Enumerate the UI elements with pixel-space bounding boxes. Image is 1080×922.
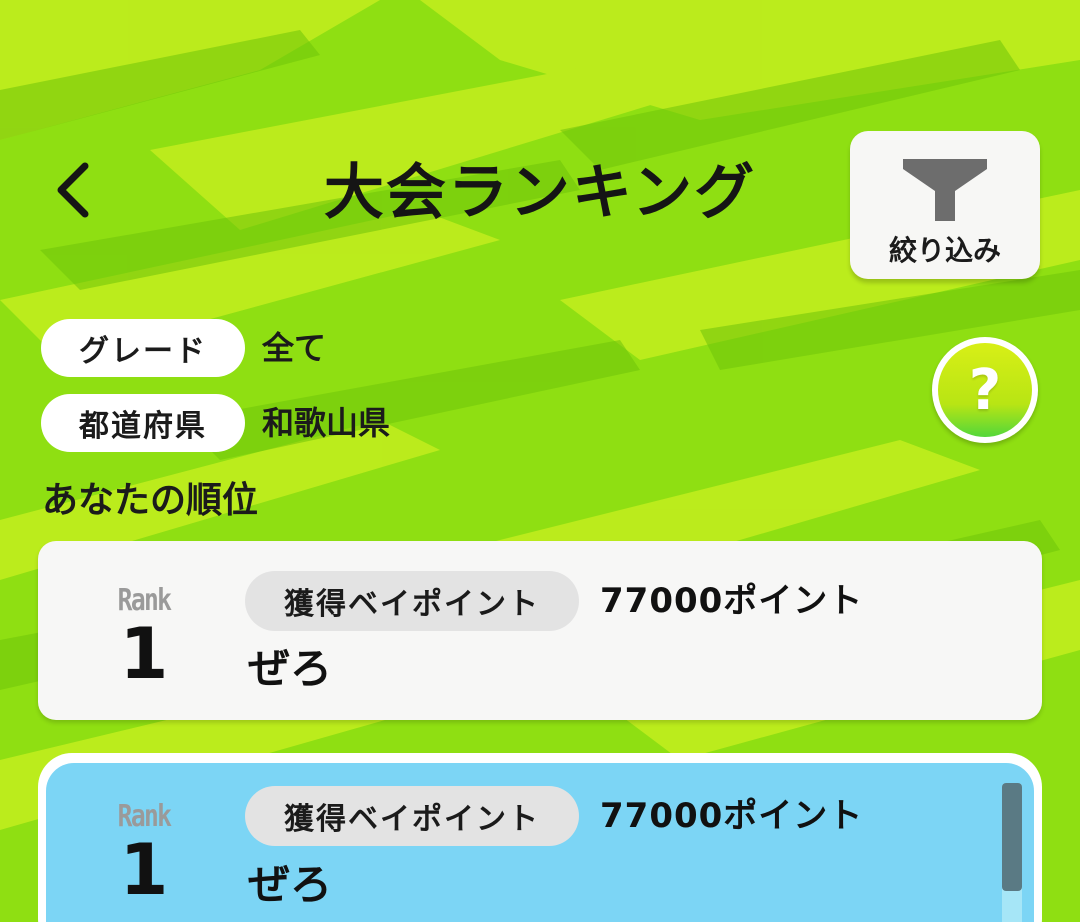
question-icon: ? <box>938 343 1032 437</box>
filter-grade-value: 全て <box>262 329 327 367</box>
filter-prefecture-label: 都道府県 <box>41 394 245 452</box>
points-label: 獲得ベイポイント <box>245 571 579 631</box>
back-button[interactable] <box>38 155 108 225</box>
filter-prefecture-value: 和歌山県 <box>262 404 391 442</box>
player-name: ぜろ <box>248 644 333 693</box>
list-item[interactable]: Rank 1 獲得ベイポイント 77000ポイント ぜろ <box>46 763 1034 922</box>
chevron-left-icon <box>57 162 89 218</box>
help-button[interactable]: ? <box>932 337 1038 443</box>
filter-grade-label: グレード <box>41 319 245 377</box>
player-name: ぜろ <box>248 860 333 909</box>
funnel-icon <box>903 159 987 221</box>
filter-label: 絞り込み <box>888 234 1001 267</box>
my-rank-card: Rank 1 獲得ベイポイント 77000ポイント ぜろ <box>38 541 1042 720</box>
my-rank-heading: あなたの順位 <box>42 480 259 521</box>
points-value: 77000ポイント <box>600 796 864 836</box>
points-label: 獲得ベイポイント <box>245 786 579 846</box>
scrollbar-thumb[interactable] <box>1002 783 1022 891</box>
page-title: 大会ランキング <box>323 158 757 228</box>
ranking-list[interactable]: Rank 1 獲得ベイポイント 77000ポイント ぜろ <box>38 753 1042 922</box>
points-value: 77000ポイント <box>600 581 864 621</box>
rank-number: 1 <box>119 829 169 911</box>
rank-number: 1 <box>119 613 169 695</box>
filter-button[interactable]: 絞り込み <box>850 131 1040 279</box>
